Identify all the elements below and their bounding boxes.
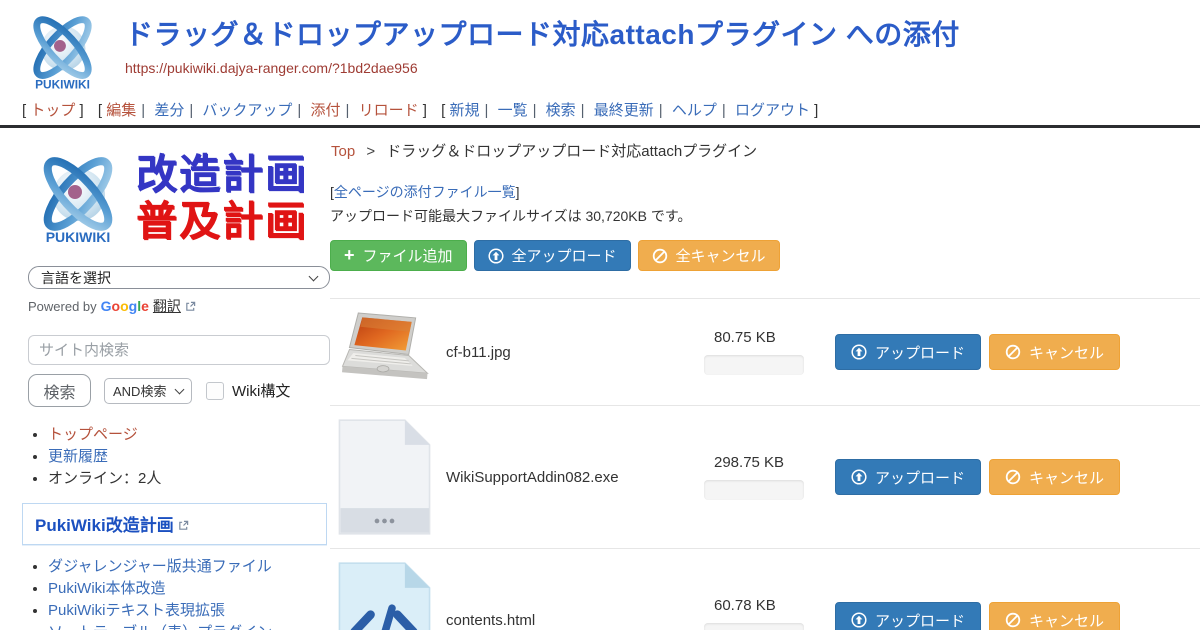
top-navigation: [ トップ ] [ 編集| 差分| バックアップ| 添付| リロード ] [ 新… bbox=[0, 97, 1200, 121]
upload-all-button[interactable]: 全アップロード bbox=[474, 240, 631, 271]
search-button[interactable]: 検索 bbox=[28, 374, 91, 407]
chevron-down-icon bbox=[309, 271, 319, 281]
breadcrumb: Top > ドラッグ＆ドロップアップロード対応attachプラグイン bbox=[331, 140, 1200, 161]
logo-wordmark: PUKIWIKI bbox=[46, 229, 111, 245]
nav-edit[interactable]: 編集 bbox=[106, 102, 136, 119]
logo-wordmark: PUKIWIKI bbox=[35, 77, 90, 91]
upload-button[interactable]: アップロード bbox=[835, 334, 981, 370]
online-status: オンライン：2人 bbox=[48, 470, 161, 487]
upload-button[interactable]: アップロード bbox=[835, 459, 981, 495]
sidebar-item-core-mod[interactable]: PukiWiki本体改造 bbox=[48, 580, 166, 597]
pukiwiki-logo[interactable]: PUKIWIKI bbox=[20, 6, 105, 101]
laptop-photo-thumbnail bbox=[336, 310, 436, 394]
code-file-icon bbox=[336, 561, 433, 630]
file-size: 80.75 KB bbox=[704, 329, 822, 346]
chevron-down-icon bbox=[175, 384, 185, 394]
nav-attach[interactable]: 添付 bbox=[311, 102, 341, 119]
upload-file-list: cf-b11.jpg 80.75 KB アップロード bbox=[330, 298, 1200, 630]
nav-reload[interactable]: リロード bbox=[359, 102, 419, 119]
banner-line1: 改造計画 bbox=[136, 151, 308, 198]
upload-circle-icon bbox=[851, 469, 867, 485]
upload-circle-icon bbox=[488, 248, 504, 264]
sidebar-item-common-files[interactable]: ダジャレンジャー版共通ファイル bbox=[48, 558, 272, 575]
nav-search[interactable]: 検索 bbox=[546, 102, 576, 119]
page-title: ドラッグ＆ドロップアップロード対応attachプラグイン への添付 bbox=[125, 20, 1200, 51]
nav-logout[interactable]: ログアウト bbox=[735, 102, 810, 119]
file-size: 298.75 KB bbox=[704, 454, 822, 471]
upload-toolbar: + ファイル追加 全アップロード 全キャンセル bbox=[330, 240, 1200, 271]
google-translate-attribution: Powered by Google 翻訳 bbox=[28, 296, 330, 316]
cancel-all-button[interactable]: 全キャンセル bbox=[638, 240, 780, 271]
sidebar-item-text-ext[interactable]: PukiWikiテキスト表現拡張 bbox=[48, 602, 225, 619]
add-files-button[interactable]: + ファイル追加 bbox=[330, 240, 467, 271]
file-name: cf-b11.jpg bbox=[446, 344, 704, 361]
main-content: Top > ドラッグ＆ドロップアップロード対応attachプラグイン [全ページ… bbox=[330, 128, 1200, 630]
atom-logo-icon: PUKIWIKI bbox=[20, 6, 105, 96]
sidebar: PUKIWIKI 改造計画 普及計画 言語を選択 Powered by Goog… bbox=[0, 128, 330, 630]
sidebar-item-top-page[interactable]: トップページ bbox=[48, 426, 138, 443]
ban-icon bbox=[1005, 344, 1021, 360]
pukiwiki-kaizou-link[interactable]: PukiWiki改造計画 bbox=[35, 516, 174, 535]
page-header: PUKIWIKI ドラッグ＆ドロップアップロード対応attachプラグイン への… bbox=[0, 0, 1200, 97]
all-attachments-link[interactable]: 全ページの添付ファイル一覧 bbox=[334, 184, 516, 200]
cancel-button[interactable]: キャンセル bbox=[989, 334, 1120, 370]
sidebar-link-list-bottom: ダジャレンジャー版共通ファイル PukiWiki本体改造 PukiWikiテキス… bbox=[28, 557, 330, 630]
nav-new[interactable]: 新規 bbox=[449, 102, 479, 119]
sidebar-item-update-history[interactable]: 更新履歴 bbox=[48, 448, 108, 465]
banner-line2: 普及計画 bbox=[136, 198, 308, 245]
nav-list[interactable]: 一覧 bbox=[498, 102, 528, 119]
upload-progress-bar bbox=[704, 623, 804, 630]
ban-icon bbox=[1005, 469, 1021, 485]
translate-link[interactable]: 翻訳 bbox=[153, 296, 181, 316]
upload-button[interactable]: アップロード bbox=[835, 602, 981, 630]
cancel-button[interactable]: キャンセル bbox=[989, 602, 1120, 630]
site-search-input[interactable] bbox=[28, 335, 330, 365]
page-url-link[interactable]: https://pukiwiki.dajya-ranger.com/?1bd2d… bbox=[125, 60, 418, 76]
list-item: オンライン：2人 bbox=[48, 469, 330, 489]
generic-file-icon bbox=[336, 418, 433, 536]
nav-backup[interactable]: バックアップ bbox=[202, 102, 292, 119]
list-item: トップページ bbox=[48, 425, 330, 445]
nav-diff[interactable]: 差分 bbox=[154, 102, 184, 119]
search-mode-select[interactable]: AND検索 bbox=[104, 378, 192, 404]
file-name: WikiSupportAddin082.exe bbox=[446, 469, 704, 486]
list-item: ダジャレンジャー版共通ファイル bbox=[48, 557, 330, 577]
file-size: 60.78 KB bbox=[704, 597, 822, 614]
attach-list-line: [全ページの添付ファイル一覧] bbox=[330, 182, 1200, 202]
wiki-syntax-checkbox[interactable] bbox=[206, 382, 224, 400]
nav-recent[interactable]: 最終更新 bbox=[594, 102, 654, 119]
google-logo: Google bbox=[101, 298, 149, 314]
nav-top[interactable]: トップ bbox=[30, 102, 75, 119]
list-item: PukiWiki本体改造 bbox=[48, 579, 330, 599]
cancel-button[interactable]: キャンセル bbox=[989, 459, 1120, 495]
file-row: WikiSupportAddin082.exe 298.75 KB アップロード bbox=[330, 405, 1200, 548]
list-item: 更新履歴 bbox=[48, 447, 330, 467]
atom-logo-icon: PUKIWIKI bbox=[28, 146, 128, 250]
breadcrumb-current: ドラッグ＆ドロップアップロード対応attachプラグイン bbox=[386, 143, 757, 160]
list-item: PukiWikiテキスト表現拡張 bbox=[48, 601, 330, 621]
ban-icon bbox=[1005, 612, 1021, 628]
nav-help[interactable]: ヘルプ bbox=[672, 102, 717, 119]
upload-circle-icon bbox=[851, 344, 867, 360]
file-row: contents.html 60.78 KB アップロード bbox=[330, 548, 1200, 630]
ban-icon bbox=[652, 248, 668, 264]
breadcrumb-home-link[interactable]: Top bbox=[331, 143, 355, 160]
file-name: contents.html bbox=[446, 612, 704, 629]
external-link-icon bbox=[185, 301, 196, 312]
wiki-syntax-label: Wiki構文 bbox=[232, 380, 290, 401]
upload-circle-icon bbox=[851, 612, 867, 628]
language-select[interactable]: 言語を選択 bbox=[28, 266, 330, 289]
sidebar-site-box: PukiWiki改造計画 bbox=[22, 503, 327, 545]
upload-progress-bar bbox=[704, 355, 804, 375]
plus-icon: + bbox=[344, 246, 355, 264]
file-row: cf-b11.jpg 80.75 KB アップロード bbox=[330, 298, 1200, 405]
upload-progress-bar bbox=[704, 480, 804, 500]
max-filesize-info: アップロード可能最大ファイルサイズは 30,720KB です。 bbox=[330, 206, 1200, 226]
list-item: ソートテーブル（表）プラグイン bbox=[48, 623, 330, 630]
sidebar-banner[interactable]: PUKIWIKI 改造計画 普及計画 bbox=[28, 146, 330, 250]
external-link-icon bbox=[178, 520, 189, 531]
sidebar-item-sort-table[interactable]: ソートテーブル（表）プラグイン bbox=[48, 624, 272, 630]
sidebar-link-list-top: トップページ 更新履歴 オンライン：2人 bbox=[28, 425, 330, 489]
